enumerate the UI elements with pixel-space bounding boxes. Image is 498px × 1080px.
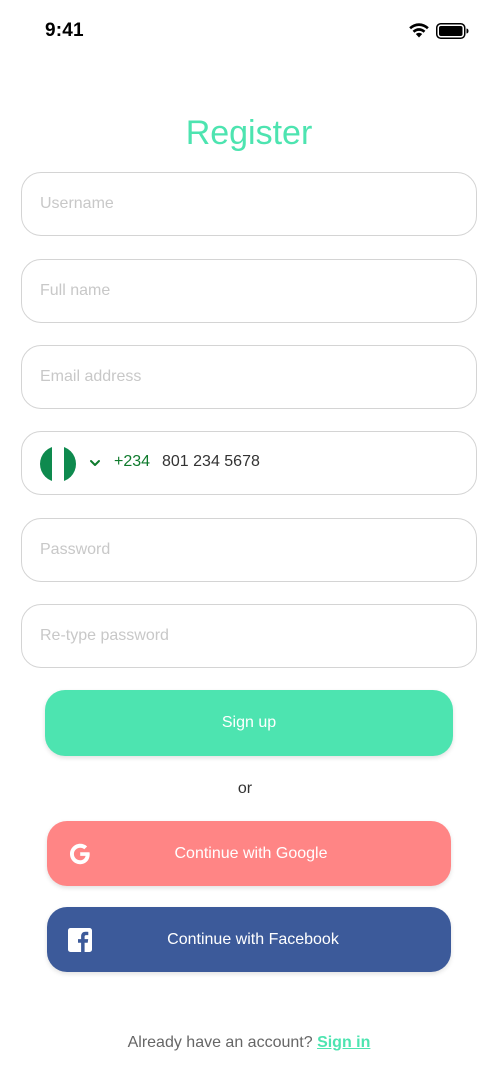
battery-icon xyxy=(436,23,469,39)
password-input[interactable] xyxy=(40,519,450,580)
signin-link[interactable]: Sign in xyxy=(317,1034,370,1051)
or-divider-text: or xyxy=(237,780,253,797)
full-name-field-container xyxy=(21,259,477,323)
wifi-icon xyxy=(409,23,429,38)
full-name-input[interactable] xyxy=(40,260,450,321)
google-button-label: Continue with Google xyxy=(174,845,328,862)
continue-with-google-button[interactable]: Continue with Google xyxy=(47,821,451,886)
country-dial-code[interactable]: +234 xyxy=(114,453,150,471)
username-input[interactable] xyxy=(40,173,450,234)
nigeria-flag-icon[interactable] xyxy=(40,446,76,482)
email-input[interactable] xyxy=(40,346,450,407)
register-screen: 9:41 Register +234 801 234 5678 xyxy=(0,0,498,1080)
phone-number-input[interactable]: 801 234 5678 xyxy=(162,453,260,471)
password-field-container xyxy=(21,518,477,582)
email-field-container xyxy=(21,345,477,409)
signup-button-label: Sign up xyxy=(221,714,277,731)
signup-button[interactable]: Sign up xyxy=(45,690,453,756)
signin-prompt: Already have an account? Sign in xyxy=(0,1034,498,1052)
status-time: 9:41 xyxy=(45,20,84,41)
continue-with-facebook-button[interactable]: Continue with Facebook xyxy=(47,907,451,972)
retype-password-field-container xyxy=(21,604,477,668)
phone-field-container: +234 801 234 5678 xyxy=(21,431,477,495)
signin-prompt-text: Already have an account? xyxy=(127,1034,313,1051)
username-field-container xyxy=(21,172,477,236)
retype-password-input[interactable] xyxy=(40,605,450,666)
page-title: Register xyxy=(185,114,313,152)
facebook-button-label: Continue with Facebook xyxy=(167,931,339,948)
chevron-down-icon[interactable] xyxy=(88,457,102,469)
